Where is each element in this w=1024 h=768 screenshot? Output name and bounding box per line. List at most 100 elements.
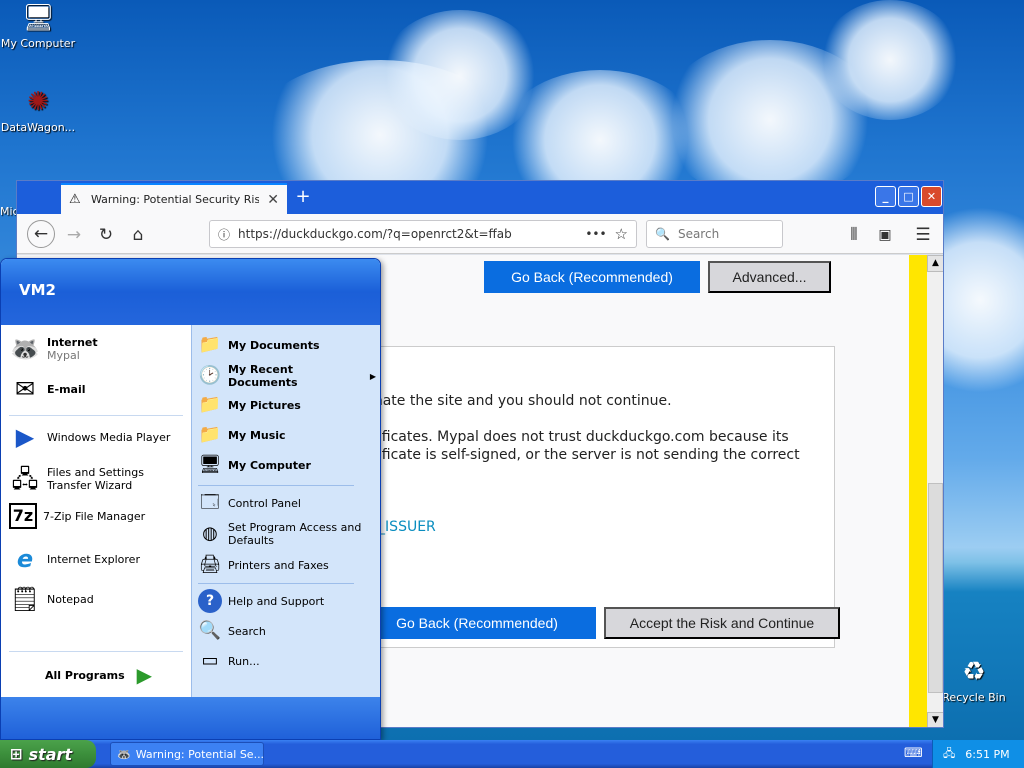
start-item-help[interactable]: ? Help and Support	[198, 589, 324, 613]
vertical-scrollbar[interactable]: ▲ ▼	[927, 255, 943, 727]
item-title: Notepad	[47, 592, 94, 606]
item-title: Files and Settings Transfer Wizard	[47, 466, 144, 492]
program-access-icon: ◍	[202, 523, 218, 544]
network-icon[interactable]: 🖧	[943, 745, 955, 764]
url-text: https://duckduckgo.com/?q=openrct2&t=ffa…	[238, 227, 512, 241]
info-icon[interactable]: ⓘ	[218, 226, 230, 243]
start-item-run[interactable]: ▭ Run...	[198, 649, 260, 673]
item-title: 7-Zip File Manager	[43, 509, 146, 523]
start-menu-places: 📁 My Documents 🕑 My Recent Documents ▶ 📁…	[191, 325, 380, 697]
close-tab-icon[interactable]: ✕	[267, 192, 279, 208]
start-item-email[interactable]: ✉ E-mail	[9, 373, 86, 405]
system-tray: 🖧 6:51 PM	[932, 740, 1024, 768]
transfer-wizard-icon: 🖧	[11, 465, 39, 493]
search-icon: 🔍	[655, 227, 670, 241]
warning-text: ertificate is self-signed, or the server…	[358, 447, 800, 463]
folder-music-icon: 📁	[198, 424, 222, 445]
start-item-transfer-wizard[interactable]: 🖧 Files and Settings Transfer Wizard	[9, 463, 189, 495]
start-button[interactable]: ⊞ start	[0, 740, 96, 768]
item-title: Run...	[228, 654, 260, 668]
item-title: Windows Media Player	[47, 430, 171, 444]
maximize-button[interactable]: □	[898, 186, 919, 207]
user-name: VM2	[19, 281, 56, 299]
library-icon[interactable]: ⫴	[841, 222, 867, 248]
run-icon: ▭	[201, 650, 219, 671]
desktop-icon-label: DataWagon...	[0, 121, 76, 134]
start-item-my-pictures[interactable]: 📁 My Pictures	[198, 393, 301, 417]
reload-button[interactable]: ↻	[93, 222, 119, 248]
start-item-internet[interactable]: 🦝 Internet Mypal	[9, 333, 98, 365]
nav-bar: ← → ↻ ⌂ ⓘ https://duckduckgo.com/?q=open…	[17, 214, 943, 254]
7zip-icon: 7z	[9, 503, 37, 529]
start-item-recent-documents[interactable]: 🕑 My Recent Documents ▶	[198, 363, 376, 389]
item-title: Help and Support	[228, 594, 325, 608]
clock[interactable]: 6:51 PM	[965, 748, 1009, 761]
desktop-icon-recycle-bin[interactable]: ♻ Recycle Bin	[936, 656, 1012, 704]
back-button[interactable]: ←	[27, 220, 55, 248]
desktop-icon-my-computer[interactable]: 🖥 My Computer	[0, 2, 76, 50]
scroll-up-arrow[interactable]: ▲	[927, 255, 943, 272]
separator	[198, 485, 354, 486]
folder-documents-icon: 📁	[198, 334, 222, 355]
scroll-thumb[interactable]	[928, 483, 943, 693]
datawagon-shortcut-icon: ✺	[27, 87, 49, 117]
item-title: E-mail	[47, 382, 86, 396]
start-item-program-access[interactable]: ◍ Set Program Access and Defaults	[198, 521, 378, 547]
keyboard-icon[interactable]: ⌨	[904, 746, 923, 761]
search-icon: 🔍	[198, 620, 222, 641]
email-icon: ✉	[14, 375, 36, 403]
new-tab-button[interactable]: +	[291, 186, 315, 207]
item-title: My Music	[228, 428, 286, 442]
tab-bar: ⚠ Warning: Potential Security Risk Ahead…	[17, 181, 943, 214]
submenu-arrow-icon: ▶	[369, 371, 376, 381]
warning-text: ertificates. Mypal does not trust duckdu…	[358, 429, 789, 445]
green-arrow-icon: ▶	[136, 663, 153, 687]
scroll-down-arrow[interactable]: ▼	[927, 712, 943, 727]
menu-icon[interactable]: ☰	[910, 222, 936, 248]
forward-button[interactable]: →	[61, 222, 87, 248]
start-item-control-panel[interactable]: 🗔 Control Panel	[198, 491, 301, 515]
tab-security-warning[interactable]: ⚠ Warning: Potential Security Risk Ahead…	[61, 183, 287, 214]
start-item-notepad[interactable]: 🗒 Notepad	[9, 583, 94, 615]
home-button[interactable]: ⌂	[125, 222, 151, 248]
all-programs-button[interactable]: All Programs ▶	[45, 663, 152, 687]
start-item-search[interactable]: 🔍 Search	[198, 619, 266, 643]
sidebar-icon[interactable]: ▣	[872, 222, 898, 248]
start-menu-footer	[1, 697, 380, 739]
item-title: Search	[228, 624, 266, 638]
bookmark-star-icon[interactable]: ☆	[615, 225, 628, 243]
my-computer-icon: 🖥	[22, 3, 56, 33]
advanced-panel: sonate the site and you should not conti…	[357, 346, 840, 648]
start-item-internet-explorer[interactable]: e Internet Explorer	[9, 543, 140, 575]
go-back-button[interactable]: Go Back (Recommended)	[484, 261, 700, 293]
minimize-button[interactable]: _	[875, 186, 896, 207]
start-item-my-computer[interactable]: 🖥 My Computer	[198, 453, 311, 477]
start-item-7zip[interactable]: 7z 7-Zip File Manager	[9, 503, 145, 529]
item-title: Internet Explorer	[47, 552, 140, 566]
go-back-button-bottom[interactable]: Go Back (Recommended)	[358, 607, 596, 639]
separator	[198, 583, 354, 584]
mypal-browser-icon: 🦝	[10, 335, 40, 363]
item-title: Set Program Access and Defaults	[228, 521, 362, 547]
start-item-my-documents[interactable]: 📁 My Documents	[198, 333, 320, 357]
my-computer-icon: 🖥	[198, 454, 222, 475]
desktop-icon-datawagon[interactable]: ✺ DataWagon...	[0, 86, 76, 134]
item-title: My Computer	[228, 458, 311, 472]
separator	[9, 651, 183, 652]
advanced-button[interactable]: Advanced...	[708, 261, 831, 293]
start-item-media-player[interactable]: ▶ Windows Media Player	[9, 421, 171, 453]
page-actions-icon[interactable]: •••	[585, 227, 606, 241]
taskbar-item-browser[interactable]: 🦝 Warning: Potential Se...	[110, 742, 264, 766]
warning-icon: ⚠	[69, 192, 81, 207]
help-icon: ?	[198, 589, 222, 613]
taskbar: ⊞ start 🦝 Warning: Potential Se... ⌨ 🖧 6…	[0, 740, 1024, 768]
accept-risk-button[interactable]: Accept the Risk and Continue	[604, 607, 840, 639]
close-window-button[interactable]: ✕	[921, 186, 942, 207]
control-panel-icon: 🗔	[200, 492, 220, 513]
windows-logo-icon: ⊞	[10, 745, 23, 763]
start-item-my-music[interactable]: 📁 My Music	[198, 423, 286, 447]
yellow-highlight-bar	[909, 255, 927, 727]
search-input[interactable]: 🔍 Search	[646, 220, 783, 248]
url-bar[interactable]: ⓘ https://duckduckgo.com/?q=openrct2&t=f…	[209, 220, 637, 248]
start-item-printers[interactable]: 🖨 Printers and Faxes	[198, 553, 329, 577]
